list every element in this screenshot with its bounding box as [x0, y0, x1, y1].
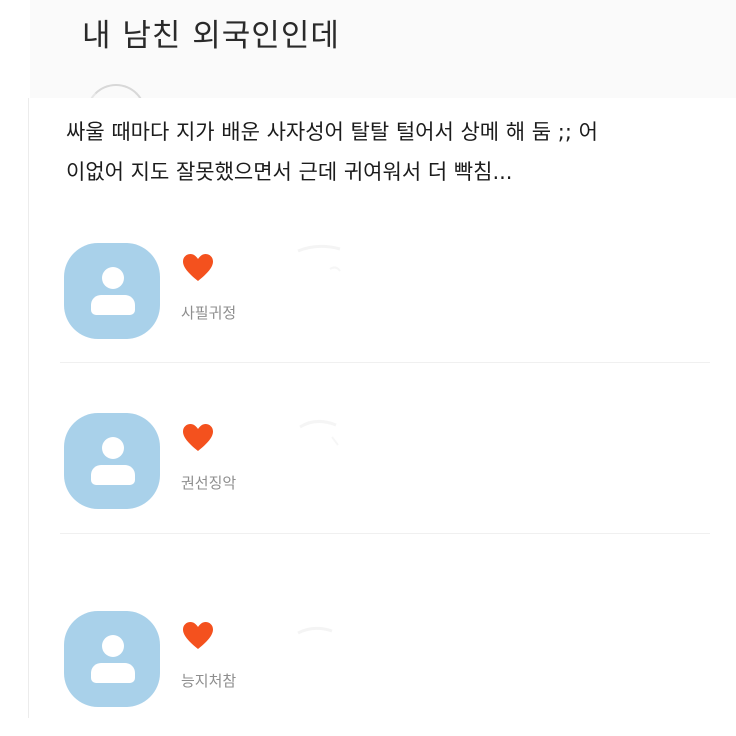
- avatar[interactable]: [64, 243, 160, 339]
- status-nickname: 능지처참: [181, 672, 237, 690]
- avatar-shoulders: [91, 295, 135, 315]
- post-title: 내 남친 외국인인데: [82, 18, 340, 54]
- avatar-head: [102, 635, 124, 657]
- avatar-head: [102, 437, 124, 459]
- status-nickname: 권선징악: [181, 474, 237, 492]
- avatar-head: [102, 267, 124, 289]
- heart-icon: [183, 424, 213, 451]
- screenshot-edge-line: [28, 98, 29, 718]
- status-nickname: 사필귀정: [181, 304, 237, 322]
- status-item[interactable]: 권선징악: [60, 413, 710, 523]
- page: 내 남친 외국인인데 싸울 때마다 지가 배운 사자성어 탈탈 털어서 상메 해…: [0, 0, 736, 736]
- heart-icon: [183, 622, 213, 649]
- status-item[interactable]: 능지처참: [60, 611, 710, 721]
- faded-mark: [297, 244, 341, 272]
- divider: [60, 362, 710, 363]
- heart-icon: [183, 254, 213, 281]
- avatar-shoulders: [91, 663, 135, 683]
- avatar[interactable]: [64, 413, 160, 509]
- avatar-shoulders: [91, 465, 135, 485]
- faded-mark: [297, 626, 333, 635]
- faded-mark: [299, 420, 339, 446]
- divider: [60, 533, 710, 534]
- post-body-line-1: 싸울 때마다 지가 배운 사자성어 탈탈 털어서 상메 해 둠 ;; 어: [66, 120, 598, 144]
- avatar[interactable]: [64, 611, 160, 707]
- status-item[interactable]: 사필귀정: [60, 243, 710, 353]
- post-body: 싸울 때마다 지가 배운 사자성어 탈탈 털어서 상메 해 둠 ;; 어 이없어…: [66, 112, 716, 192]
- post-body-line-2: 이없어 지도 잘못했으면서 근데 귀여워서 더 빡침...: [66, 160, 513, 184]
